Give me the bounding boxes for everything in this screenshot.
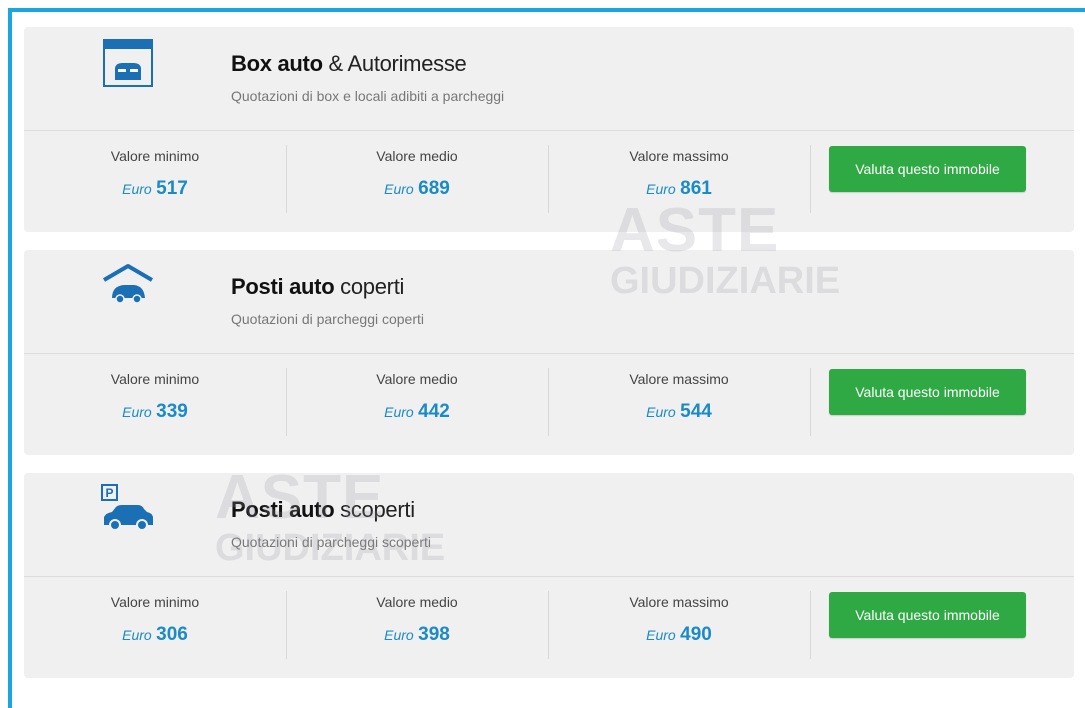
max-label: Valore massimo bbox=[629, 371, 729, 387]
column-separator bbox=[810, 368, 811, 436]
mid-value: 442 bbox=[418, 401, 450, 422]
min-label: Valore minimo bbox=[110, 148, 200, 164]
min-value-column: Valore minimo Euro 339 bbox=[24, 371, 286, 423]
currency-label: Euro bbox=[646, 181, 676, 197]
max-value-column: Valore massimo Euro 490 bbox=[548, 594, 810, 646]
mid-value-column: Valore medio Euro 442 bbox=[286, 371, 548, 423]
max-value-column: Valore massimo Euro 544 bbox=[548, 371, 810, 423]
card-title: Box auto & Autorimesse bbox=[231, 51, 467, 76]
divider bbox=[24, 130, 1074, 131]
currency-label: Euro bbox=[384, 181, 414, 197]
covered-parking-card: Posti auto coperti Quotazioni di parcheg… bbox=[24, 250, 1074, 455]
card-title: Posti auto coperti bbox=[231, 274, 405, 299]
column-separator bbox=[810, 591, 811, 659]
divider bbox=[24, 576, 1074, 577]
box-auto-card: Box auto & Autorimesse Quotazioni di box… bbox=[24, 27, 1074, 232]
max-label: Valore massimo bbox=[629, 594, 729, 610]
valuta-button[interactable]: Valuta questo immobile bbox=[829, 146, 1026, 192]
mid-label: Valore medio bbox=[376, 371, 458, 387]
min-label: Valore minimo bbox=[110, 594, 200, 610]
garage-icon bbox=[103, 39, 153, 87]
divider bbox=[24, 353, 1074, 354]
currency-label: Euro bbox=[122, 181, 152, 197]
mid-value-column: Valore medio Euro 398 bbox=[286, 594, 548, 646]
mid-label: Valore medio bbox=[376, 148, 458, 164]
min-value: 306 bbox=[156, 624, 188, 645]
svg-text:P: P bbox=[105, 486, 113, 500]
open-parking-icon: P bbox=[101, 484, 153, 531]
mid-label: Valore medio bbox=[376, 594, 458, 610]
card-subtitle: Quotazioni di parcheggi scoperti bbox=[231, 534, 432, 550]
max-value-column: Valore massimo Euro 861 bbox=[548, 148, 810, 200]
mid-value-column: Valore medio Euro 689 bbox=[286, 148, 548, 200]
min-value-column: Valore minimo Euro 517 bbox=[24, 148, 286, 200]
card-subtitle: Quotazioni di parcheggi coperti bbox=[231, 311, 425, 327]
mid-value: 398 bbox=[418, 624, 450, 645]
currency-label: Euro bbox=[122, 404, 152, 420]
currency-label: Euro bbox=[384, 627, 414, 643]
mid-value: 689 bbox=[418, 178, 450, 199]
valuta-button[interactable]: Valuta questo immobile bbox=[829, 592, 1026, 638]
column-separator bbox=[810, 145, 811, 213]
currency-label: Euro bbox=[384, 404, 414, 420]
max-label: Valore massimo bbox=[629, 148, 729, 164]
currency-label: Euro bbox=[646, 627, 676, 643]
max-value: 544 bbox=[680, 401, 712, 422]
covered-parking-icon bbox=[102, 264, 154, 304]
card-title: Posti auto scoperti bbox=[231, 497, 415, 522]
min-label: Valore minimo bbox=[110, 371, 200, 387]
card-subtitle: Quotazioni di box e locali adibiti a par… bbox=[231, 88, 505, 104]
open-parking-card: P Posti auto scoperti Quotazioni di parc… bbox=[24, 473, 1074, 678]
valuta-button[interactable]: Valuta questo immobile bbox=[829, 369, 1026, 415]
currency-label: Euro bbox=[646, 404, 676, 420]
currency-label: Euro bbox=[122, 627, 152, 643]
min-value: 517 bbox=[156, 178, 188, 199]
max-value: 861 bbox=[680, 178, 712, 199]
min-value-column: Valore minimo Euro 306 bbox=[24, 594, 286, 646]
max-value: 490 bbox=[680, 624, 712, 645]
min-value: 339 bbox=[156, 401, 188, 422]
